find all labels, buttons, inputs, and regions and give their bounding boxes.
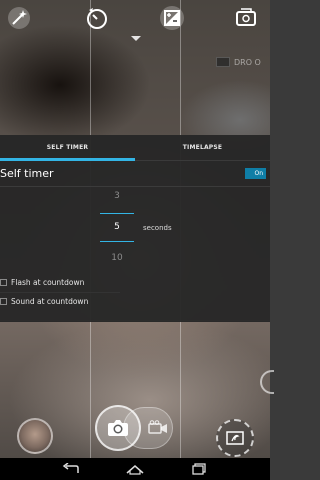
picker-prev-value[interactable]: 3 (100, 191, 134, 201)
back-icon[interactable] (61, 461, 81, 477)
tab-self-timer[interactable]: SELF TIMER (0, 135, 135, 160)
self-timer-switch[interactable]: On (245, 168, 266, 179)
camera-mode-button[interactable] (216, 419, 254, 457)
flash-countdown-option[interactable]: Flash at countdown (0, 275, 270, 289)
divider (0, 292, 120, 293)
top-toolbar (0, 0, 270, 36)
panel-tabs: SELF TIMER TIMELAPSE (0, 135, 270, 161)
flash-countdown-checkbox[interactable] (0, 278, 7, 286)
magic-wand-icon[interactable] (5, 4, 33, 32)
picker-current-value[interactable]: 5 (100, 222, 134, 232)
video-camera-icon[interactable] (148, 420, 168, 436)
active-tab-indicator (0, 158, 135, 161)
picker-bottom-line (100, 241, 134, 242)
picker-top-line (100, 213, 134, 214)
timer-settings-panel: SELF TIMER TIMELAPSE Self timer On 3 5 1… (0, 135, 270, 322)
tab-timelapse[interactable]: TIMELAPSE (135, 135, 270, 160)
divider (0, 186, 270, 187)
menu-caret-icon (131, 36, 141, 41)
sound-countdown-checkbox[interactable] (0, 297, 7, 305)
self-timer-row: Self timer On (0, 167, 270, 183)
shutter-button[interactable] (95, 405, 141, 451)
capture-controls (95, 405, 175, 451)
home-icon[interactable] (125, 461, 145, 477)
sound-countdown-label: Sound at countdown (11, 296, 89, 306)
self-timer-title: Self timer (0, 167, 54, 180)
picker-unit-label: seconds (143, 224, 172, 232)
flash-countdown-label: Flash at countdown (11, 277, 85, 287)
dro-toggle-box (216, 57, 230, 67)
camera-icon (108, 420, 128, 436)
system-navigation-bar (0, 458, 270, 480)
dro-toggle-label: DRO O (234, 57, 261, 67)
dro-toggle[interactable]: DRO O (216, 55, 270, 69)
picker-next-value[interactable]: 10 (100, 253, 134, 263)
exposure-icon[interactable] (158, 4, 186, 32)
recent-apps-icon[interactable] (189, 461, 209, 477)
switch-camera-icon[interactable] (232, 4, 260, 32)
sound-countdown-option[interactable]: Sound at countdown (0, 294, 270, 308)
panorama-icon (226, 431, 244, 445)
timer-icon[interactable] (83, 4, 111, 32)
gallery-thumbnail[interactable] (17, 418, 53, 454)
